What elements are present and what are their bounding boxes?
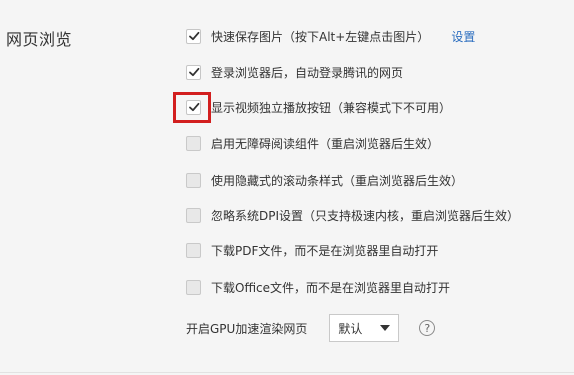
option-label: 下载Office文件，而不是在浏览器里自动打开 bbox=[211, 280, 451, 295]
checkmark-icon bbox=[188, 67, 199, 77]
option-label: 快速保存图片（按下Alt+左键点击图片） bbox=[211, 29, 430, 44]
option-auto-login[interactable]: 登录浏览器后，自动登录腾讯的网页 bbox=[186, 62, 403, 82]
checkbox-accessibility-reader[interactable] bbox=[186, 135, 201, 151]
option-quick-save-image[interactable]: 快速保存图片（按下Alt+左键点击图片） 设置 bbox=[186, 26, 475, 46]
option-label: 使用隐藏式的滚动条样式（重启浏览器后生效） bbox=[211, 173, 464, 188]
option-ignore-dpi[interactable]: 忽略系统DPI设置（只支持极速内核，重启浏览器后生效） bbox=[186, 205, 519, 225]
gpu-acceleration-row: 开启GPU加速渲染网页 默认 ? bbox=[186, 314, 436, 342]
settings-link[interactable]: 设置 bbox=[451, 28, 475, 45]
option-video-popout-button[interactable]: 显示视频独立播放按钮（兼容模式下不可用） bbox=[186, 97, 451, 117]
option-download-pdf[interactable]: 下载PDF文件，而不是在浏览器里自动打开 bbox=[186, 240, 438, 260]
checkbox-download-office[interactable] bbox=[186, 279, 201, 295]
checkbox-auto-login[interactable] bbox=[186, 64, 201, 80]
settings-panel: 网页浏览 快速保存图片（按下Alt+左键点击图片） 设置 登录浏览器后，自动登录… bbox=[0, 0, 574, 375]
chevron-down-icon bbox=[380, 325, 391, 331]
divider bbox=[0, 372, 574, 373]
section-title: 网页浏览 bbox=[6, 30, 73, 49]
checkbox-ignore-dpi[interactable] bbox=[186, 207, 201, 223]
checkbox-quick-save-image[interactable] bbox=[186, 28, 201, 44]
option-hidden-scrollbar[interactable]: 使用隐藏式的滚动条样式（重启浏览器后生效） bbox=[186, 170, 463, 190]
question-circle-icon[interactable]: ? bbox=[419, 320, 436, 336]
gpu-mode-value: 默认 bbox=[338, 321, 363, 336]
annotation-highlight-box bbox=[173, 92, 211, 123]
gpu-label: 开启GPU加速渲染网页 bbox=[186, 321, 308, 336]
option-label: 下载PDF文件，而不是在浏览器里自动打开 bbox=[211, 243, 439, 258]
option-label: 忽略系统DPI设置（只支持极速内核，重启浏览器后生效） bbox=[211, 208, 520, 223]
option-label: 启用无障碍阅读组件（重启浏览器后生效） bbox=[211, 136, 440, 151]
option-accessibility-reader[interactable]: 启用无障碍阅读组件（重启浏览器后生效） bbox=[186, 133, 439, 153]
checkbox-hidden-scrollbar[interactable] bbox=[186, 172, 201, 188]
checkmark-icon bbox=[188, 31, 199, 41]
option-label: 登录浏览器后，自动登录腾讯的网页 bbox=[211, 65, 404, 80]
checkbox-download-pdf[interactable] bbox=[186, 242, 201, 258]
gpu-mode-select[interactable]: 默认 bbox=[329, 314, 400, 342]
option-label: 显示视频独立播放按钮（兼容模式下不可用） bbox=[211, 100, 452, 115]
option-download-office[interactable]: 下载Office文件，而不是在浏览器里自动打开 bbox=[186, 277, 450, 297]
